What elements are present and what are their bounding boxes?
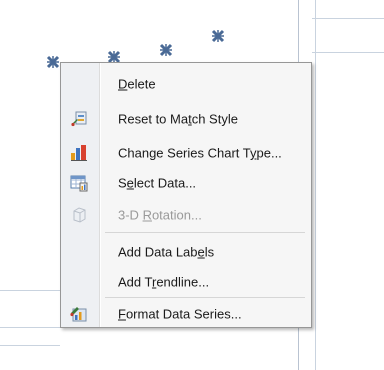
gridline [312, 52, 384, 53]
data-marker[interactable] [210, 28, 226, 44]
gridline [312, 18, 384, 19]
context-menu: Delete Reset to Match Style Change Serie… [60, 62, 312, 328]
menu-item-label: Change Series Chart Type... [118, 145, 282, 161]
menu-item-label: Add Trendline... [118, 274, 210, 290]
menu-item-select-data[interactable]: Select Data... [61, 169, 311, 197]
gridline [0, 290, 60, 291]
cube-icon [73, 207, 86, 223]
menu-separator [105, 297, 305, 298]
menu-item-label: Format Data Series... [118, 306, 242, 322]
menu-item-add-data-labels[interactable]: Add Data Labels [61, 238, 311, 266]
menu-item-delete[interactable]: Delete [61, 70, 311, 98]
menu-item-reset-to-match-style[interactable]: Reset to Match Style [61, 105, 311, 133]
menu-item-change-series-chart-type[interactable]: Change Series Chart Type... [61, 139, 311, 167]
data-marker[interactable] [45, 54, 61, 70]
gridline [0, 327, 60, 328]
reset-style-icon [71, 111, 87, 127]
menu-item-format-data-series[interactable]: Format Data Series... [61, 300, 311, 328]
menu-item-3d-rotation[interactable]: 3-D Rotation... [61, 201, 311, 229]
menu-separator [105, 232, 305, 233]
menu-item-label: Add Data Labels [118, 244, 215, 260]
menu-item-label: Select Data... [118, 175, 197, 191]
format-series-icon [70, 307, 87, 322]
menu-item-label: 3-D Rotation... [118, 207, 202, 223]
menu-item-add-trendline[interactable]: Add Trendline... [61, 268, 311, 296]
select-data-icon [70, 175, 88, 192]
gridline [0, 345, 60, 346]
menu-item-label: Reset to Match Style [118, 111, 238, 127]
bar-chart-icon [71, 145, 87, 161]
data-marker[interactable] [158, 42, 174, 58]
menu-item-label: Delete [118, 76, 156, 92]
